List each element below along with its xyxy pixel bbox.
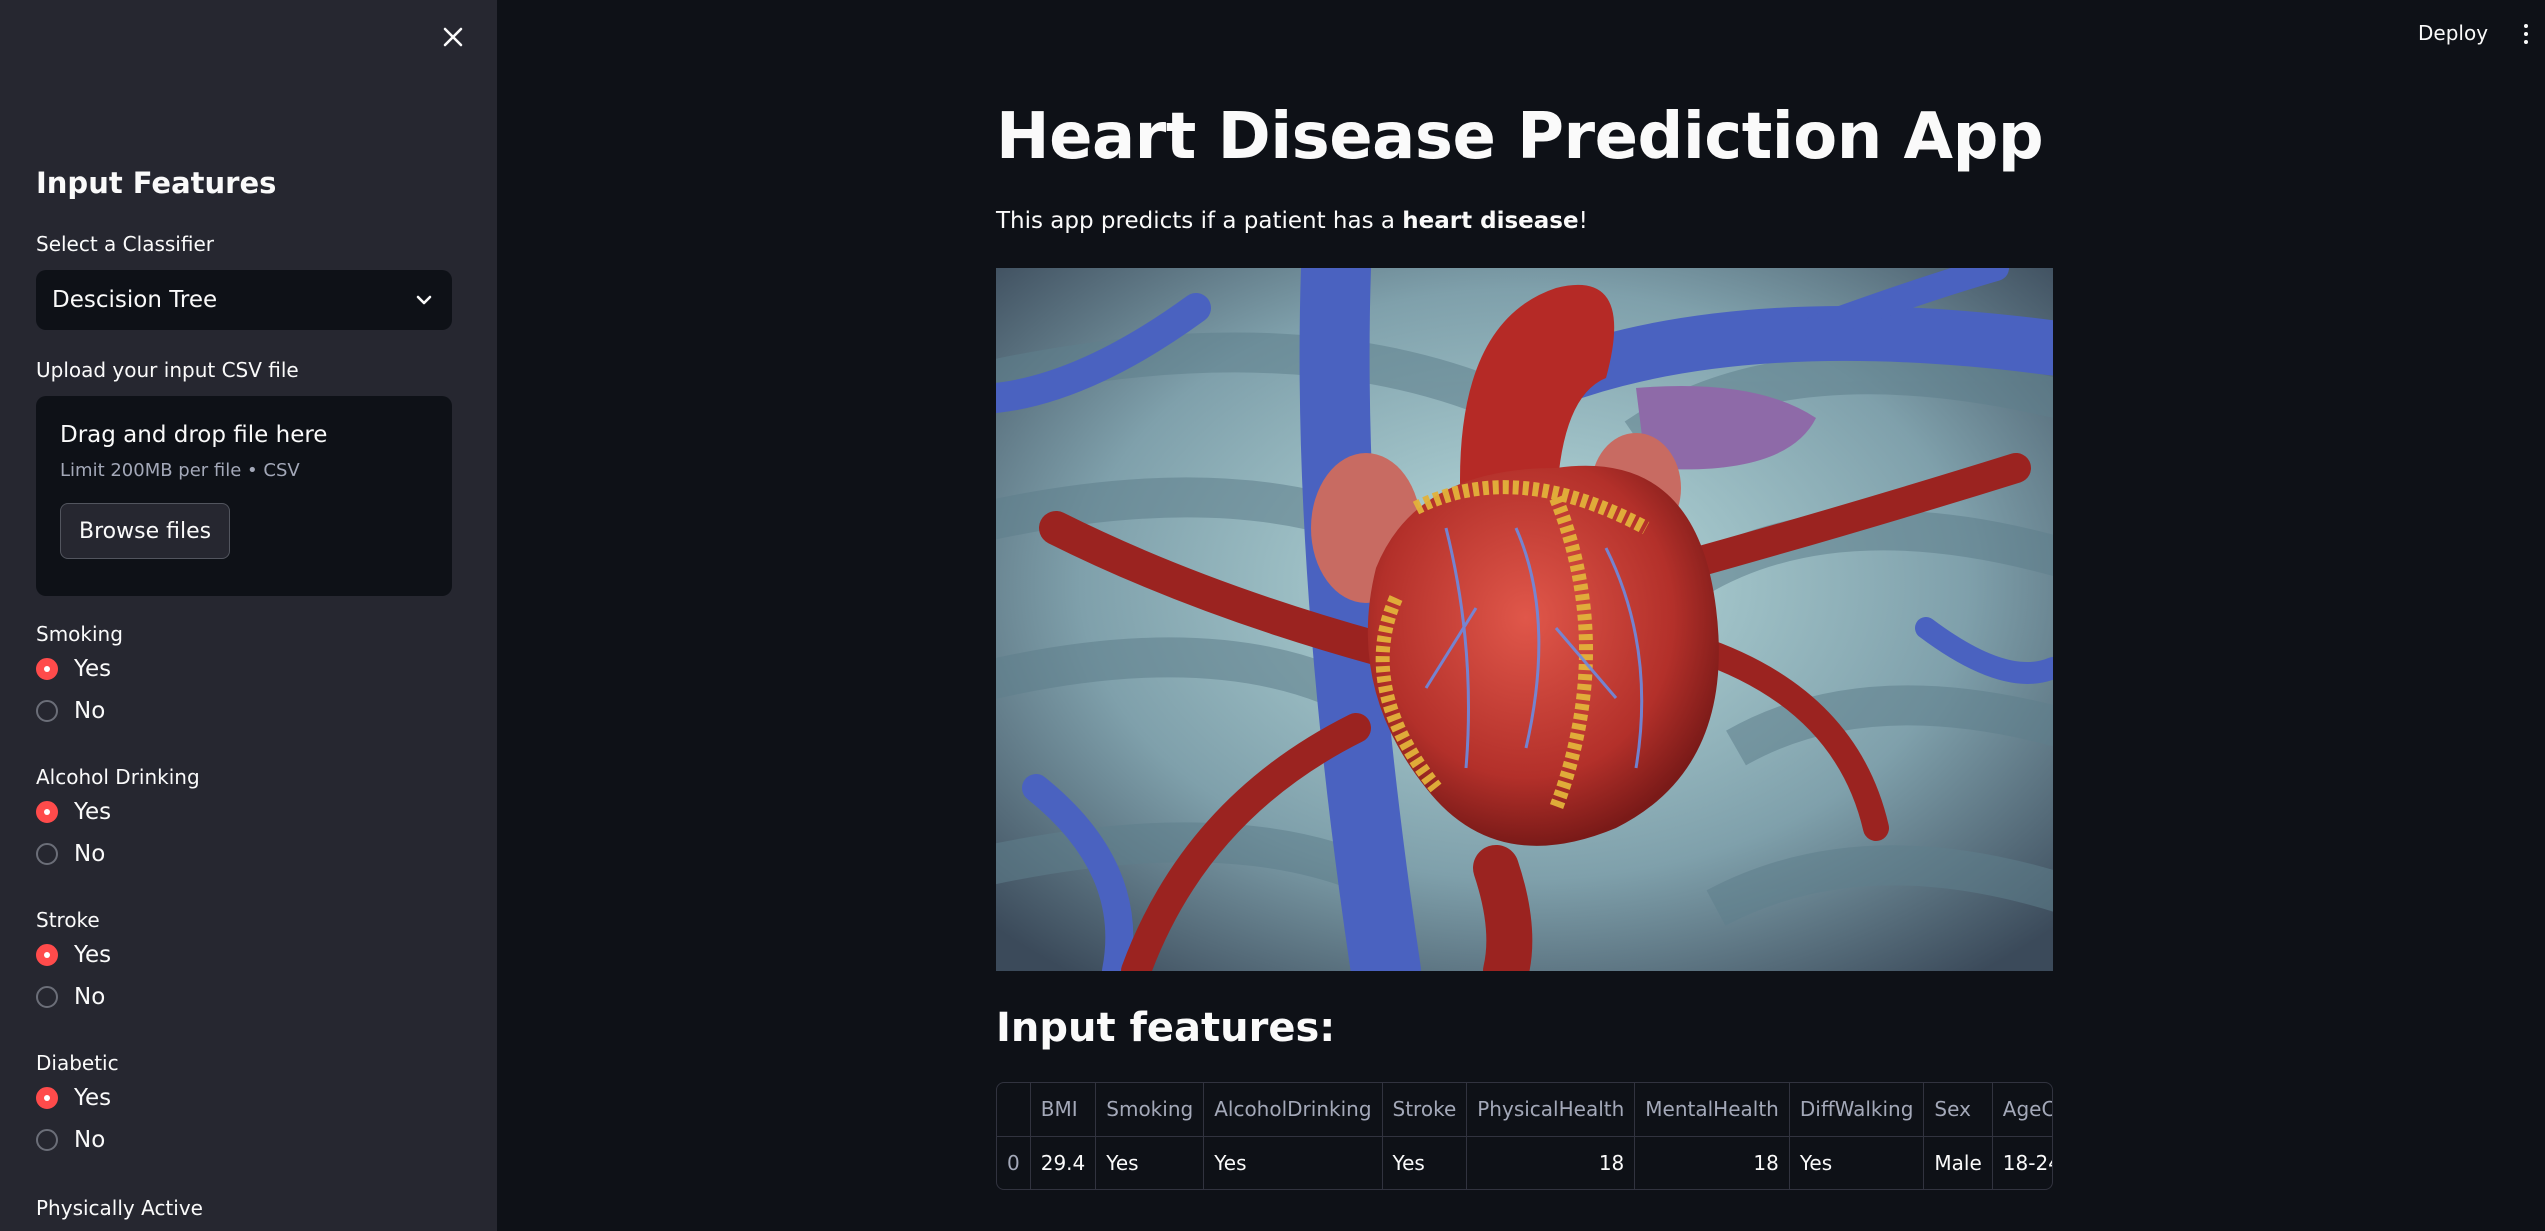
input-features-heading: Input features: xyxy=(996,1005,1336,1051)
column-header[interactable]: AgeC xyxy=(1992,1083,2052,1137)
alcohol-radio-group: Alcohol Drinking Yes No xyxy=(36,765,452,873)
diabetic-no-radio[interactable]: No xyxy=(36,1121,452,1159)
radio-unselected-icon xyxy=(36,1129,58,1151)
table-cell[interactable]: Yes xyxy=(1789,1136,1925,1189)
intro-text-part: This app predicts if a patient has a xyxy=(996,208,1403,234)
radio-selected-icon xyxy=(36,1087,58,1109)
alcohol-no-radio[interactable]: No xyxy=(36,835,452,873)
radio-unselected-icon xyxy=(36,843,58,865)
smoking-no-radio[interactable]: No xyxy=(36,692,452,730)
column-header[interactable]: BMI xyxy=(1030,1083,1097,1137)
alcohol-yes-radio[interactable]: Yes xyxy=(36,793,452,831)
stroke-label: Stroke xyxy=(36,908,100,932)
column-header[interactable]: DiffWalking xyxy=(1789,1083,1925,1137)
close-icon xyxy=(443,27,463,47)
file-dropzone[interactable]: Drag and drop file here Limit 200MB per … xyxy=(36,396,452,596)
radio-option-label: No xyxy=(74,984,106,1010)
page-title: Heart Disease Prediction App xyxy=(996,100,2044,174)
close-sidebar-button[interactable] xyxy=(434,18,472,56)
radio-option-label: No xyxy=(74,1127,106,1153)
input-features-table[interactable]: BMI Smoking AlcoholDrinking Stroke Physi… xyxy=(996,1082,2053,1190)
smoking-radio-group: Smoking Yes No xyxy=(36,622,452,730)
intro-bold-text: heart disease xyxy=(1402,208,1579,234)
sidebar: Input Features Select a Classifier Desci… xyxy=(0,0,497,1231)
table-cell[interactable]: 29.4 xyxy=(1030,1136,1097,1189)
alcohol-label: Alcohol Drinking xyxy=(36,765,200,789)
column-header[interactable]: Stroke xyxy=(1382,1083,1468,1137)
radio-option-label: Yes xyxy=(74,942,112,968)
dropzone-title: Drag and drop file here xyxy=(60,422,328,448)
physically-active-label: Physically Active xyxy=(36,1196,203,1220)
smoking-yes-radio[interactable]: Yes xyxy=(36,650,452,688)
radio-option-label: Yes xyxy=(74,799,112,825)
diabetic-radio-group: Diabetic Yes No xyxy=(36,1051,452,1159)
intro-text-end: ! xyxy=(1578,208,1588,234)
stroke-no-radio[interactable]: No xyxy=(36,978,452,1016)
table-cell[interactable]: 18 xyxy=(1466,1136,1636,1189)
classifier-value: Descision Tree xyxy=(52,287,218,313)
heart-illustration xyxy=(996,268,2053,971)
diabetic-label: Diabetic xyxy=(36,1051,119,1075)
column-header[interactable]: Smoking xyxy=(1095,1083,1205,1137)
radio-selected-icon xyxy=(36,801,58,823)
table-header-row: BMI Smoking AlcoholDrinking Stroke Physi… xyxy=(997,1083,2052,1137)
column-header[interactable]: Sex xyxy=(1923,1083,1993,1137)
kebab-menu-icon xyxy=(2524,24,2528,28)
table-cell[interactable]: 18 xyxy=(1634,1136,1790,1189)
radio-option-label: Yes xyxy=(74,1085,112,1111)
classifier-label: Select a Classifier xyxy=(36,232,214,256)
browse-files-button[interactable]: Browse files xyxy=(60,503,231,559)
smoking-label: Smoking xyxy=(36,622,123,646)
deploy-button[interactable]: Deploy xyxy=(2410,18,2496,48)
column-header[interactable]: PhysicalHealth xyxy=(1466,1083,1636,1137)
heart-illustration-image xyxy=(996,268,2053,971)
chevron-down-icon xyxy=(416,295,432,305)
radio-option-label: No xyxy=(74,841,106,867)
table-cell[interactable]: Yes xyxy=(1095,1136,1205,1189)
diabetic-yes-radio[interactable]: Yes xyxy=(36,1079,452,1117)
main-menu-button[interactable] xyxy=(2516,18,2536,50)
table-cell[interactable]: Yes xyxy=(1382,1136,1468,1189)
stroke-yes-radio[interactable]: Yes xyxy=(36,936,452,974)
radio-selected-icon xyxy=(36,658,58,680)
table-cell[interactable]: Male xyxy=(1923,1136,1993,1189)
table-cell[interactable]: 18-24 xyxy=(1992,1136,2052,1189)
row-index[interactable]: 0 xyxy=(997,1136,1031,1189)
sidebar-heading: Input Features xyxy=(36,166,277,200)
column-header[interactable]: MentalHealth xyxy=(1634,1083,1790,1137)
radio-selected-icon xyxy=(36,944,58,966)
radio-unselected-icon xyxy=(36,986,58,1008)
stroke-radio-group: Stroke Yes No xyxy=(36,908,452,1016)
intro-text: This app predicts if a patient has a hea… xyxy=(996,208,1588,234)
classifier-select[interactable]: Descision Tree xyxy=(36,270,452,330)
column-header[interactable]: AlcoholDrinking xyxy=(1203,1083,1383,1137)
radio-option-label: Yes xyxy=(74,656,112,682)
table-cell[interactable]: Yes xyxy=(1203,1136,1383,1189)
upload-label: Upload your input CSV file xyxy=(36,358,299,382)
column-header[interactable] xyxy=(997,1083,1031,1137)
dropzone-limit: Limit 200MB per file • CSV xyxy=(60,460,300,481)
table-row: 0 29.4 Yes Yes Yes 18 18 Yes Male 18-24 xyxy=(997,1136,2052,1189)
radio-unselected-icon xyxy=(36,700,58,722)
radio-option-label: No xyxy=(74,698,106,724)
